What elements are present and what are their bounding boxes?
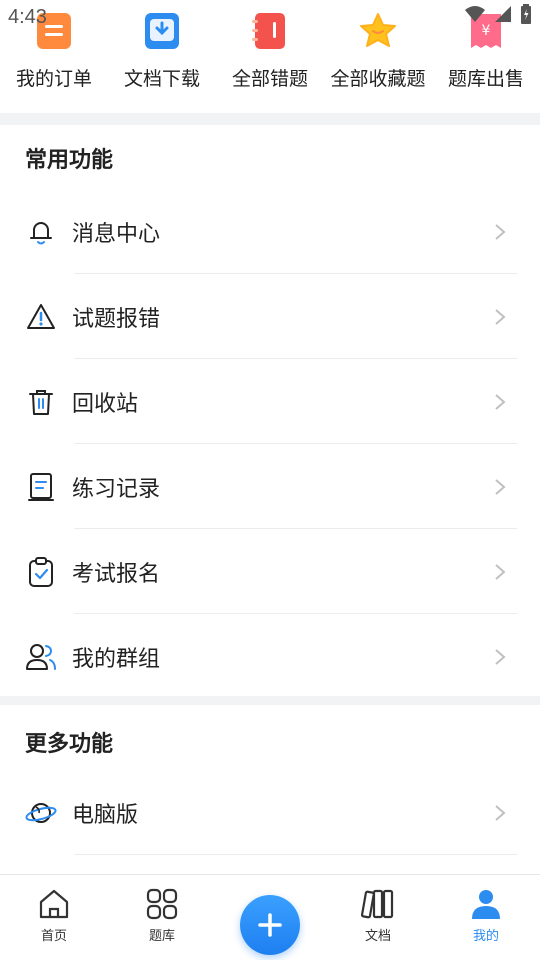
quick-item-label: 全部错题 bbox=[231, 68, 308, 90]
chevron-right-icon bbox=[495, 648, 506, 665]
chevron-right-icon bbox=[495, 563, 506, 580]
download-icon bbox=[145, 13, 179, 49]
section-title-common: 常用功能 bbox=[25, 148, 114, 173]
quick-item-favorites[interactable]: 全部收藏题 bbox=[324, 0, 432, 112]
section-separator bbox=[0, 696, 540, 705]
nav-mine[interactable]: 我的 bbox=[432, 875, 540, 960]
star-icon bbox=[360, 13, 396, 47]
menu-item-message-center[interactable]: 消息中心 bbox=[0, 189, 540, 274]
quick-item-downloads[interactable]: 文档下载 bbox=[108, 0, 216, 112]
warning-icon bbox=[27, 303, 55, 329]
quick-item-wrong-questions[interactable]: 全部错题 bbox=[216, 0, 324, 112]
bottom-nav: 首页 题库 文档 我的 bbox=[0, 874, 540, 960]
chevron-right-icon bbox=[495, 478, 506, 495]
chevron-right-icon bbox=[495, 223, 506, 240]
quick-access-row: 我的订单 文档下载 全部错题 全部收藏题 ¥ 题库出售 bbox=[0, 0, 540, 112]
notebook-icon bbox=[252, 13, 285, 49]
quick-item-label: 全部收藏题 bbox=[330, 68, 426, 90]
menu-item-report-error[interactable]: 试题报错 bbox=[0, 274, 540, 359]
nav-label: 首页 bbox=[40, 929, 67, 944]
menu-item-recycle-bin[interactable]: 回收站 bbox=[0, 359, 540, 444]
divider bbox=[74, 854, 517, 855]
quick-item-label: 文档下载 bbox=[123, 68, 200, 90]
plus-icon bbox=[258, 913, 282, 937]
record-book-icon bbox=[28, 472, 54, 501]
clipboard-check-icon bbox=[29, 556, 53, 587]
chevron-right-icon bbox=[495, 308, 506, 325]
user-icon bbox=[472, 890, 500, 919]
nav-question-bank[interactable]: 题库 bbox=[108, 875, 216, 960]
chevron-right-icon bbox=[495, 393, 506, 410]
battery-icon bbox=[521, 4, 531, 24]
nav-add[interactable] bbox=[216, 875, 324, 960]
nav-home[interactable]: 首页 bbox=[0, 875, 108, 960]
menu-item-my-groups[interactable]: 我的群组 bbox=[0, 614, 540, 699]
menu-item-exam-registration[interactable]: 考试报名 bbox=[0, 529, 540, 614]
nav-documents[interactable]: 文档 bbox=[324, 875, 432, 960]
profile-screen: 我的订单 文档下载 全部错题 全部收藏题 ¥ 题库出售 4:43 常用功能 消息… bbox=[0, 0, 540, 960]
quick-item-label: 题库出售 bbox=[447, 68, 524, 90]
group-icon bbox=[26, 643, 56, 670]
planet-icon bbox=[25, 802, 57, 823]
nav-label: 我的 bbox=[472, 929, 499, 944]
menu-item-label: 消息中心 bbox=[72, 221, 161, 247]
menu-item-label: 回收站 bbox=[72, 391, 139, 417]
menu-item-label: 电脑版 bbox=[72, 802, 139, 828]
status-time: 4:43 bbox=[8, 6, 47, 28]
add-button[interactable] bbox=[240, 895, 300, 955]
menu-item-practice-record[interactable]: 练习记录 bbox=[0, 444, 540, 529]
nav-label: 题库 bbox=[148, 929, 175, 944]
status-icons bbox=[464, 4, 532, 24]
quick-item-label: 我的订单 bbox=[15, 68, 92, 90]
section-separator bbox=[0, 113, 540, 125]
home-icon bbox=[39, 889, 69, 919]
menu-item-desktop-version[interactable]: 电脑版 bbox=[0, 770, 540, 855]
menu-item-label: 练习记录 bbox=[72, 476, 161, 502]
svg-text:¥: ¥ bbox=[482, 23, 491, 39]
books-icon bbox=[361, 889, 394, 919]
trash-icon bbox=[29, 389, 53, 415]
nav-label: 文档 bbox=[364, 929, 391, 944]
signal-icon bbox=[495, 6, 511, 22]
wifi-icon bbox=[465, 6, 485, 22]
menu-item-label: 考试报名 bbox=[72, 561, 161, 587]
grid-icon bbox=[146, 888, 178, 920]
menu-item-label: 试题报错 bbox=[72, 306, 161, 332]
bell-icon bbox=[30, 221, 52, 244]
menu-item-label: 我的群组 bbox=[72, 646, 161, 672]
section-title-more: 更多功能 bbox=[25, 732, 114, 757]
chevron-right-icon bbox=[495, 804, 506, 821]
